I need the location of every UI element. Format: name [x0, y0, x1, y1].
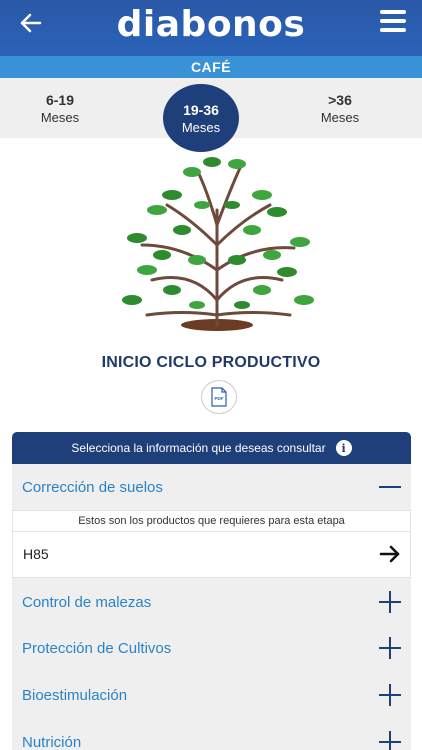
arrow-right-icon[interactable] — [379, 545, 401, 563]
stage-range: >36 — [328, 91, 352, 108]
accordion-label: Protección de Cultivos — [22, 639, 172, 657]
menu-button[interactable] — [380, 10, 406, 34]
stage-tab-19-36[interactable]: 19-36 Meses — [163, 84, 239, 152]
accordion-label: Bioestimulación — [22, 686, 128, 704]
stage-range: 6-19 — [45, 91, 75, 108]
product-row-h85[interactable]: H85 — [23, 533, 401, 575]
stage-tab-6-19[interactable]: 6-19 Meses — [0, 78, 120, 138]
divider — [13, 531, 410, 532]
info-icon[interactable]: i — [335, 440, 352, 456]
accordion-item-correccion-suelos[interactable]: Corrección de suelos — [12, 464, 411, 510]
accordion-item-control-malezas[interactable]: Control de malezas — [12, 579, 411, 625]
stage-selector: 6-19 Meses 19-36 Meses >36 Meses — [0, 78, 422, 152]
accordion-panel: Corrección de suelos Estos son los produ… — [12, 464, 411, 750]
accordion-label: Control de malezas — [22, 593, 152, 611]
stage-unit: Meses — [320, 109, 360, 125]
phase-title: INICIO CICLO PRODUCTIVO — [101, 354, 321, 371]
back-button[interactable] — [18, 10, 44, 36]
plus-icon[interactable] — [379, 637, 401, 659]
product-name: H85 — [23, 546, 49, 562]
minus-icon[interactable] — [379, 476, 401, 498]
plus-icon[interactable] — [379, 731, 401, 750]
accordion-label: Nutrición — [22, 733, 82, 750]
hamburger-line — [380, 19, 406, 23]
app-logo: diabonos — [116, 3, 306, 45]
stage-tab-36-plus[interactable]: >36 Meses — [280, 78, 400, 138]
stage-range: 19-36 — [183, 101, 219, 118]
stage-unit: Meses — [40, 109, 80, 125]
pdf-download-button[interactable]: PDF — [201, 380, 237, 414]
coffee-tree-illustration — [122, 157, 314, 331]
info-panel-header: Selecciona la información que deseas con… — [12, 432, 411, 464]
hamburger-menu-icon — [380, 10, 406, 14]
pdf-label: PDF — [215, 396, 224, 401]
products-list: Estos son los productos que requieres pa… — [12, 510, 411, 578]
plus-icon[interactable] — [379, 591, 401, 613]
crop-title: CAFÉ — [0, 56, 422, 78]
pdf-icon: PDF — [211, 387, 227, 407]
info-panel-title: Selecciona la información que deseas con… — [71, 441, 326, 455]
hamburger-line — [380, 28, 406, 32]
stage-unit: Meses — [181, 119, 221, 135]
app-header: diabonos — [0, 0, 422, 56]
arrow-left-icon — [20, 13, 42, 33]
plus-icon[interactable] — [379, 684, 401, 706]
accordion-item-bioestimulacion[interactable]: Bioestimulación — [12, 672, 411, 718]
accordion-item-nutricion[interactable]: Nutrición — [12, 719, 411, 750]
accordion-label: Corrección de suelos — [22, 478, 163, 496]
accordion-item-proteccion-cultivos[interactable]: Protección de Cultivos — [12, 625, 411, 671]
products-caption: Estos son los productos que requieres pa… — [78, 515, 345, 527]
